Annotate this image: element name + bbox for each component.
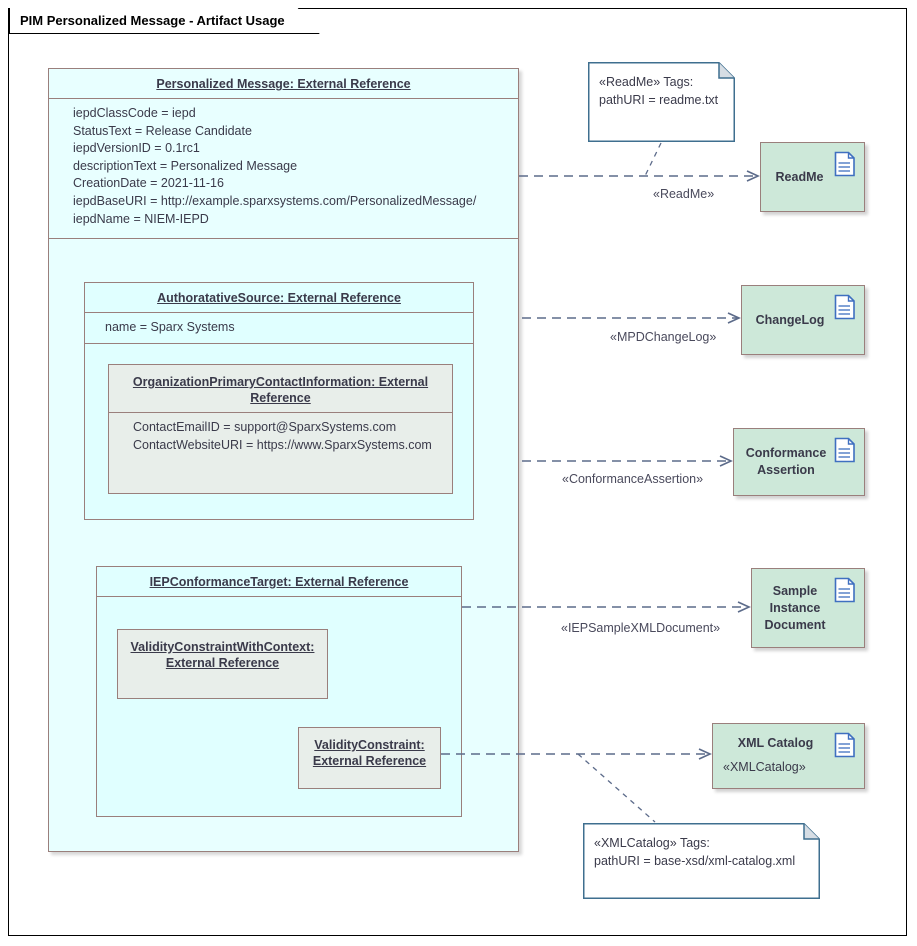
artifact-document-icon [834, 732, 855, 758]
authoratative-source-divider-2 [85, 342, 473, 344]
artifact-name-line: Assertion [757, 463, 815, 477]
artifact-xml-catalog-label: XML Catalog [737, 735, 814, 750]
class-organization-contact-attributes: ContactEmailID = support@SparxSystems.co… [109, 413, 452, 460]
attribute-row: ContactEmailID = support@SparxSystems.co… [133, 420, 397, 434]
artifact-document-icon [834, 577, 855, 603]
connector-label-conformanceassertion: «ConformanceAssertion» [562, 472, 704, 486]
attribute-row: iepdName = NIEM-IEPD [73, 211, 209, 226]
frame-tab-left-edge [8, 8, 10, 34]
artifact-name-line: Conformance [745, 446, 827, 460]
artifact-document-icon [834, 294, 855, 320]
artifact-readme[interactable]: ReadMe [760, 142, 865, 212]
note-line: «XMLCatalog» Tags: [594, 836, 710, 850]
note-xmlcatalog-tags-text: «XMLCatalog» Tags: pathURI = base-xsd/xm… [594, 834, 795, 870]
connector-label-readme: «ReadMe» [653, 187, 715, 201]
class-authoratative-source-attributes: name = Sparx Systems [85, 313, 473, 343]
class-iep-conformance-target-title: IEPConformanceTarget: External Reference [149, 575, 409, 589]
class-organization-contact-title: OrganizationPrimaryContactInformation: E… [132, 375, 429, 405]
artifact-xml-catalog[interactable]: XML Catalog «XMLCatalog» [712, 723, 865, 789]
artifact-document-icon [834, 151, 855, 177]
iep-conformance-target-divider [97, 596, 461, 597]
note-readme-tags-text: «ReadMe» Tags: pathURI = readme.txt [599, 73, 718, 109]
artifact-changelog-label: ChangeLog [755, 312, 825, 327]
class-authoratative-source-title: AuthoratativeSource: External Reference [157, 291, 401, 305]
attribute-row: iepdClassCode = iepd [73, 106, 196, 120]
attribute-row: iepdVersionID = 0.1rc1 [73, 141, 200, 156]
class-organization-primary-contact-information[interactable]: OrganizationPrimaryContactInformation: E… [108, 364, 453, 494]
attribute-row: CreationDate = 2021-11-16 [73, 176, 224, 191]
artifact-document-icon [834, 437, 855, 463]
attribute-row: ContactWebsiteURI = https://www.SparxSys… [133, 437, 432, 452]
diagram-canvas: PIM Personalized Message - Artifact Usag… [0, 0, 917, 946]
artifact-changelog[interactable]: ChangeLog [741, 285, 865, 355]
attribute-row: iepdBaseURI = http://example.sparxsystem… [73, 193, 477, 208]
note-xmlcatalog-tags[interactable]: «XMLCatalog» Tags: pathURI = base-xsd/xm… [583, 823, 820, 899]
artifact-conformance-assertion-label: Conformance Assertion [742, 429, 830, 495]
class-compartment-divider-2 [49, 238, 518, 239]
note-readme-tags[interactable]: «ReadMe» Tags: pathURI = readme.txt [588, 62, 735, 142]
artifact-name-line: Sample [772, 583, 818, 598]
diagram-title: PIM Personalized Message - Artifact Usag… [20, 13, 285, 28]
artifact-sample-instance-document[interactable]: Sample Instance Document [751, 568, 865, 648]
class-personalized-message-attributes: iepdClassCode = iepd StatusText = Releas… [49, 99, 518, 234]
attribute-row: StatusText = Release Candidate [73, 123, 252, 138]
note-line: «ReadMe» Tags: [599, 75, 694, 89]
artifact-readme-label: ReadMe [775, 169, 824, 184]
artifact-conformance-assertion[interactable]: Conformance Assertion [733, 428, 865, 496]
class-validity-constraint-with-context-title: ValidityConstraintWithContext: External … [130, 640, 315, 670]
artifact-name-line: Instance [769, 600, 821, 615]
note-line: pathURI = readme.txt [599, 93, 719, 107]
connector-label-iepsamplexmldocument: «IEPSampleXMLDocument» [561, 621, 721, 635]
note-line: pathURI = base-xsd/xml-catalog.xml [594, 854, 796, 868]
class-validity-constraint[interactable]: ValidityConstraint: External Reference [298, 727, 441, 789]
diagram-frame-title-tab: PIM Personalized Message - Artifact Usag… [8, 8, 320, 34]
connector-label-mpdchangelog: «MPDChangeLog» [610, 330, 717, 344]
class-validity-constraint-with-context[interactable]: ValidityConstraintWithContext: External … [117, 629, 328, 699]
attribute-row: descriptionText = Personalized Message [73, 158, 298, 173]
artifact-sample-instance-document-label: Sample Instance Document [760, 569, 830, 647]
artifact-name-line: Document [764, 617, 826, 632]
artifact-xml-catalog-stereotype: «XMLCatalog» [723, 760, 806, 774]
attribute-row: name = Sparx Systems [105, 320, 235, 334]
class-personalized-message-title: Personalized Message: External Reference [156, 77, 411, 91]
class-validity-constraint-title: ValidityConstraint: External Reference [312, 738, 427, 768]
